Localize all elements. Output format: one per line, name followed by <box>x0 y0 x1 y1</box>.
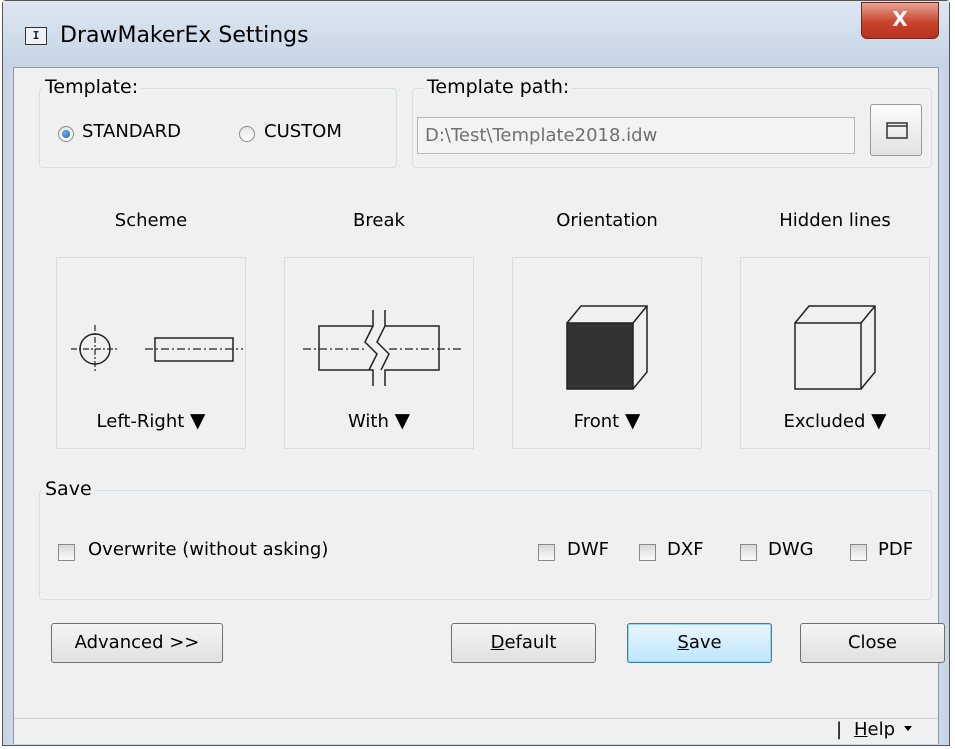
status-separator: | <box>836 719 843 740</box>
template-path-input[interactable]: D:\Test\Template2018.idw <box>417 117 855 154</box>
template-path-group-label: Template path: <box>424 76 573 98</box>
orientation-value: Front ▼ <box>573 408 641 432</box>
browse-button[interactable] <box>870 104 922 156</box>
dxf-label[interactable]: DXF <box>667 539 704 560</box>
save-group-label: Save <box>42 478 95 500</box>
dwf-checkbox[interactable] <box>538 544 555 561</box>
status-bar: | Help <box>14 718 938 744</box>
dxf-checkbox[interactable] <box>639 544 656 561</box>
dwf-label[interactable]: DWF <box>567 539 609 560</box>
default-button[interactable]: Default <box>451 623 596 663</box>
break-value: With ▼ <box>348 408 410 432</box>
help-menu[interactable]: Help <box>854 719 895 740</box>
pdf-label[interactable]: PDF <box>878 539 913 560</box>
dropdown-caret-icon: ▼ <box>190 408 206 432</box>
radio-custom-label[interactable]: CUSTOM <box>264 121 342 142</box>
app-icon: I <box>25 27 47 45</box>
template-group-label: Template: <box>42 76 142 98</box>
dropdown-caret-icon: ▼ <box>624 408 641 432</box>
radio-custom[interactable] <box>239 126 255 142</box>
scheme-value: Left-Right ▼ <box>96 408 206 432</box>
save-button[interactable]: Save <box>627 623 772 663</box>
help-dropdown-icon[interactable] <box>904 726 912 731</box>
hidden-lines-value: Excluded ▼ <box>783 408 887 432</box>
folder-icon <box>886 122 908 139</box>
scheme-selector[interactable]: Left-Right ▼ <box>56 257 246 449</box>
window-close-button[interactable]: X <box>861 2 939 39</box>
hidden-lines-heading: Hidden lines <box>779 210 891 231</box>
dialog-client-area: Template: STANDARD CUSTOM Template path:… <box>13 67 945 744</box>
dropdown-caret-icon: ▼ <box>394 408 410 432</box>
overwrite-checkbox[interactable] <box>58 544 75 561</box>
radio-standard-label[interactable]: STANDARD <box>82 121 181 142</box>
title-bar[interactable]: I DrawMakerEx Settings X <box>3 1 949 67</box>
dwg-checkbox[interactable] <box>740 544 757 561</box>
pdf-checkbox[interactable] <box>850 544 867 561</box>
orientation-heading: Orientation <box>556 210 658 231</box>
scheme-heading: Scheme <box>114 210 188 231</box>
break-heading: Break <box>353 210 405 231</box>
dialog-window: I DrawMakerEx Settings X Template: STAND… <box>2 0 950 746</box>
advanced-button[interactable]: Advanced >> <box>51 623 223 663</box>
close-button[interactable]: Close <box>800 623 945 663</box>
break-selector[interactable]: With ▼ <box>284 257 474 449</box>
close-icon: X <box>892 7 908 31</box>
orientation-selector[interactable]: Front ▼ <box>512 257 702 449</box>
dropdown-caret-icon: ▼ <box>871 408 887 432</box>
radio-standard[interactable] <box>58 126 74 142</box>
window-title: DrawMakerEx Settings <box>60 23 309 48</box>
hidden-lines-selector[interactable]: Excluded ▼ <box>740 257 930 449</box>
overwrite-label[interactable]: Overwrite (without asking) <box>88 539 328 560</box>
dwg-label[interactable]: DWG <box>768 539 814 560</box>
